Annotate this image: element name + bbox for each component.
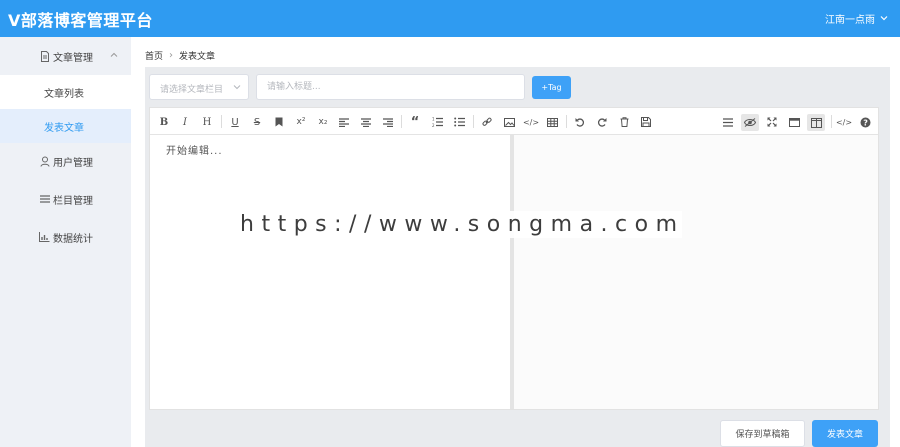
read-mode-icon[interactable]: [786, 114, 802, 130]
align-left-icon[interactable]: [336, 114, 352, 130]
category-select-placeholder: 请选择文章栏目: [160, 85, 224, 95]
toolbar-divider: [221, 115, 222, 128]
sidebar: 文章管理 文章列表 发表文章 用户管理 栏目管理 数据统计: [0, 37, 131, 447]
underline-icon[interactable]: U: [227, 114, 243, 130]
breadcrumb: 首页 › 发表文章: [145, 49, 215, 62]
user-icon: [39, 156, 50, 167]
link-icon[interactable]: [479, 114, 495, 130]
sidebar-group-label: 用户管理: [53, 157, 93, 169]
svg-text:2: 2: [432, 123, 435, 127]
strikethrough-icon[interactable]: S: [249, 114, 265, 130]
app-title: V部落博客管理平台: [8, 11, 153, 30]
top-navbar: V部落博客管理平台 江南一点雨: [0, 0, 900, 37]
markdown-editor: B I H U S x² x₂ “ 1 2 </> </> ? 开始编辑...: [149, 107, 879, 410]
markdown-preview-pane: [514, 135, 878, 409]
sidebar-item-publish-article[interactable]: 发表文章: [0, 109, 131, 143]
trash-icon[interactable]: [616, 114, 632, 130]
user-menu[interactable]: 江南一点雨: [825, 11, 888, 26]
sidebar-group-statistics[interactable]: 数据统计: [0, 218, 131, 256]
sidebar-group-label: 栏目管理: [53, 195, 93, 207]
table-icon[interactable]: [544, 114, 560, 130]
preview-toggle-icon[interactable]: [741, 114, 759, 131]
chevron-down-icon: [880, 13, 888, 24]
align-right-icon[interactable]: [380, 114, 396, 130]
toolbar-divider: [473, 115, 474, 128]
toolbar-divider: [401, 115, 402, 128]
add-tag-button[interactable]: +Tag: [532, 76, 571, 99]
subfield-icon[interactable]: [807, 114, 825, 131]
ordered-list-icon[interactable]: 12: [429, 114, 445, 130]
title-input[interactable]: [256, 74, 525, 100]
sidebar-item-label: 文章列表: [44, 88, 84, 100]
editor-placeholder: 开始编辑...: [166, 146, 223, 157]
bold-icon[interactable]: B: [156, 114, 172, 130]
bar-chart-icon: [39, 232, 50, 243]
watermark-text: https://www.songma.com: [236, 211, 682, 238]
sidebar-group-users[interactable]: 用户管理: [0, 142, 131, 180]
save-draft-button[interactable]: 保存到草稿箱: [720, 420, 805, 447]
sidebar-group-label: 数据统计: [53, 233, 93, 245]
editor-panel: 请选择文章栏目 +Tag B I H U S x² x₂: [145, 67, 890, 447]
undo-icon[interactable]: [572, 114, 588, 130]
main-content: 首页 › 发表文章 请选择文章栏目 +Tag B I H U S x²: [131, 37, 900, 447]
chevron-down-icon: [233, 83, 241, 93]
category-select[interactable]: 请选择文章栏目: [149, 74, 249, 100]
sidebar-group-label: 文章管理: [53, 52, 93, 64]
quote-icon[interactable]: “: [407, 114, 423, 130]
user-name: 江南一点雨: [825, 15, 875, 26]
svg-text:?: ?: [863, 118, 868, 127]
align-center-icon[interactable]: [358, 114, 374, 130]
header-icon[interactable]: H: [199, 114, 215, 130]
svg-text:1: 1: [432, 117, 435, 122]
list-icon: [39, 194, 50, 205]
toolbar-divider: [566, 115, 567, 128]
chevron-right-icon: ›: [169, 50, 174, 61]
editor-toolbar: B I H U S x² x₂ “ 1 2 </> </> ?: [150, 108, 878, 135]
markdown-input-pane[interactable]: 开始编辑...: [150, 135, 510, 409]
toolbar-divider: [831, 115, 832, 128]
save-icon[interactable]: [638, 114, 654, 130]
mark-icon[interactable]: [271, 114, 287, 130]
image-icon[interactable]: [501, 114, 517, 130]
chevron-up-icon: [110, 50, 118, 61]
navigation-icon[interactable]: [720, 114, 736, 130]
help-icon[interactable]: ?: [857, 114, 873, 130]
superscript-icon[interactable]: x²: [293, 114, 309, 130]
code-icon[interactable]: </>: [523, 114, 539, 130]
breadcrumb-home[interactable]: 首页: [145, 49, 163, 62]
italic-icon[interactable]: I: [177, 114, 193, 130]
redo-icon[interactable]: [594, 114, 610, 130]
sidebar-item-article-list[interactable]: 文章列表: [0, 75, 131, 109]
breadcrumb-current: 发表文章: [179, 52, 216, 62]
sidebar-group-columns[interactable]: 栏目管理: [0, 180, 131, 218]
subscript-icon[interactable]: x₂: [315, 114, 331, 130]
document-icon: [39, 50, 50, 62]
unordered-list-icon[interactable]: [451, 114, 467, 130]
html-code-icon[interactable]: </>: [836, 114, 852, 130]
fullscreen-icon[interactable]: [764, 114, 780, 130]
publish-article-button[interactable]: 发表文章: [812, 420, 878, 447]
sidebar-item-label: 发表文章: [44, 122, 84, 134]
sidebar-group-articles[interactable]: 文章管理: [0, 37, 131, 75]
